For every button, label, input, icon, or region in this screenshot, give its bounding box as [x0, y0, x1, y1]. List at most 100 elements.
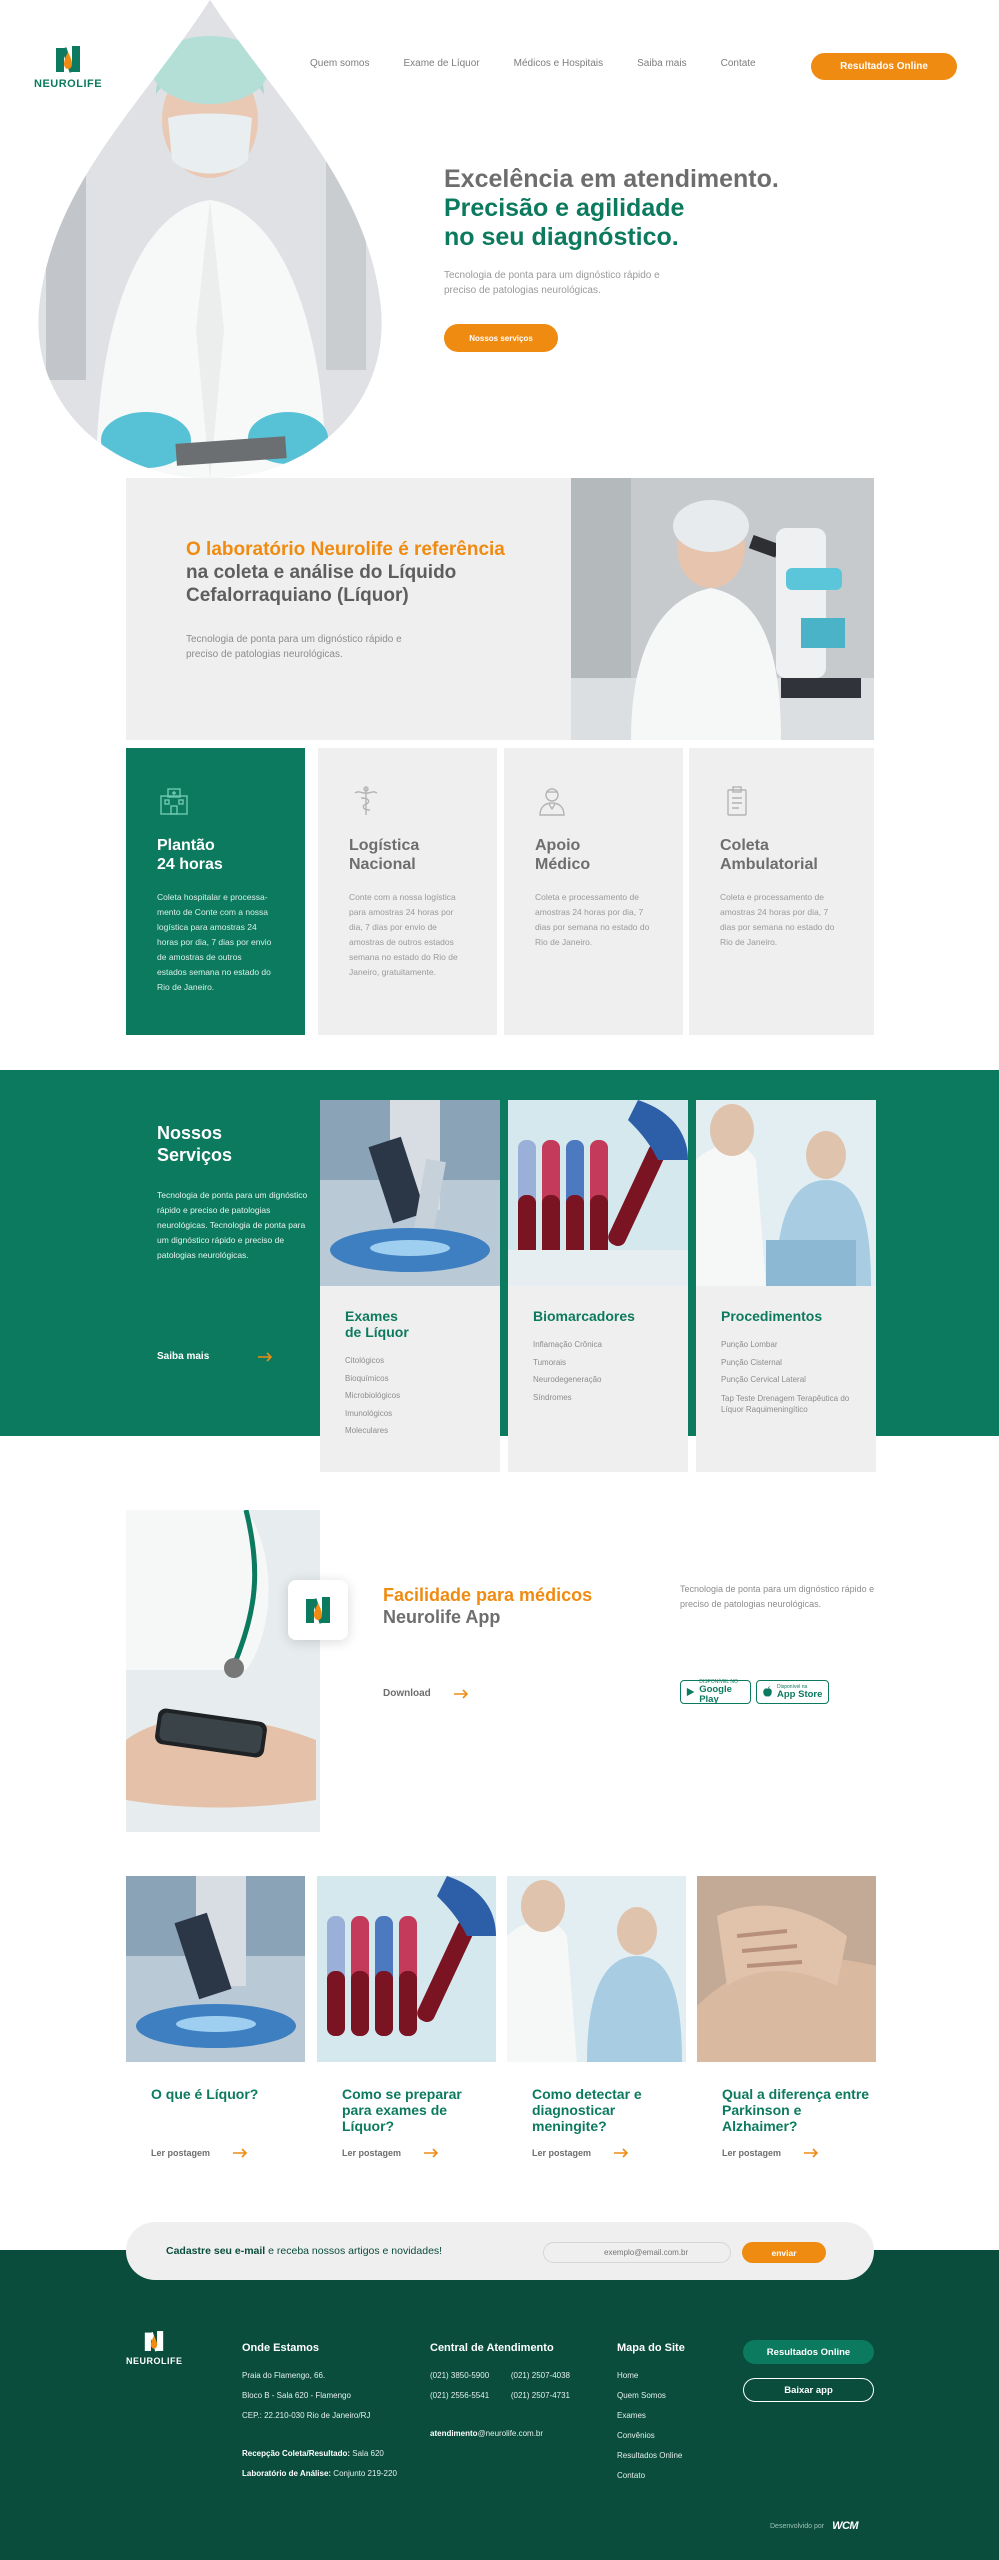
app-store-badge[interactable]: Disponível na App Store — [756, 1680, 829, 1704]
sitemap-home[interactable]: Home — [617, 2366, 682, 2386]
footer-phones: (021) 3850-5900 (021) 2507-4038 (021) 255… — [430, 2366, 570, 2444]
footer-download-app-button[interactable]: Baixar app — [743, 2378, 874, 2402]
hospital-icon — [157, 784, 191, 818]
feature-title: Logística Nacional — [349, 837, 420, 873]
service-item: Neurodegeneração — [533, 1375, 602, 1384]
app-title-line2: Neurolife App — [383, 1607, 501, 1627]
lab-scientist-microscope-image — [571, 478, 874, 740]
sitemap-quem-somos[interactable]: Quem Somos — [617, 2386, 682, 2406]
feature-card-plantao[interactable]: Plantão 24 horas Coleta hospitalar e proc… — [126, 748, 305, 1035]
arrow-right-icon — [804, 2148, 819, 2158]
service-item: Tumorais — [533, 1357, 567, 1367]
service-title: Procedimentos — [721, 1308, 823, 1324]
phone[interactable]: (021) 2507-4038 — [511, 2366, 570, 2386]
microscope-image — [320, 1100, 500, 1286]
reference-panel — [126, 478, 571, 740]
nav-quem-somos[interactable]: Quem somos — [310, 58, 369, 69]
service-card-biomarcadores[interactable]: Biomarcadores Inflamação Crônica Tumorai… — [508, 1100, 688, 1472]
services-more-link[interactable]: Saiba mais — [157, 1351, 273, 1362]
app-download-label: Download — [383, 1688, 431, 1699]
caduceus-icon — [349, 784, 383, 818]
service-item: Imunológicos — [345, 1408, 393, 1418]
service-item: Moleculares — [345, 1426, 389, 1435]
results-online-button[interactable]: Resultados Online — [811, 53, 957, 80]
service-item: Inflamação Crônica — [533, 1340, 602, 1349]
google-play-badge[interactable]: DISPONÍVEL NO Google Play — [680, 1679, 751, 1705]
feature-title: Plantão 24 horas — [157, 837, 223, 873]
arrow-right-icon — [614, 2148, 629, 2158]
service-item: Síndromes — [533, 1392, 572, 1402]
footer-sitemap-title: Mapa do Site — [617, 2342, 685, 2354]
service-title: Exames de Líquor — [345, 1308, 409, 1340]
read-post-link[interactable]: Ler postagem — [722, 2148, 819, 2158]
neurolife-logo-icon — [306, 1597, 330, 1624]
footer-logo[interactable]: NEUROLIFE — [126, 2328, 183, 2366]
blood-tubes-image — [508, 1100, 688, 1286]
google-play-icon — [686, 1687, 695, 1697]
service-item: Punção Cervical Lateral — [721, 1375, 806, 1384]
feature-title: Coleta Ambulatorial — [720, 837, 818, 873]
arrow-right-icon — [453, 1688, 468, 1699]
arrow-right-icon — [233, 2148, 248, 2158]
doctor-patient-image — [507, 1876, 686, 2062]
newsletter-text: Cadastre seu e-mail e receba nossos arti… — [166, 2245, 443, 2257]
sitemap-contato[interactable]: Contato — [617, 2466, 682, 2486]
blog-card-3[interactable]: Como detectar e diagnosticar meningite? … — [507, 1876, 686, 2158]
sitemap-convenios[interactable]: Convênios — [617, 2426, 682, 2446]
app-download-link[interactable]: Download — [383, 1688, 469, 1699]
footer-sitemap: Home Quem Somos Exames Convênios Resulta… — [617, 2366, 682, 2486]
nav-medicos-hospitais[interactable]: Médicos e Hospitais — [514, 58, 603, 69]
brand-logo[interactable]: NEUROLIFE — [34, 42, 102, 90]
footer-email[interactable]: atendimento@neurolife.com.br — [430, 2424, 570, 2444]
feature-text: Coleta e processamento de amostras 24 ho… — [535, 892, 650, 947]
phone[interactable]: (021) 2556-5541 — [430, 2386, 489, 2406]
developer-credit[interactable]: Desenvolvido por WCM — [770, 2520, 859, 2532]
main-nav: Quem somos Exame de Líquor Médicos e Hos… — [310, 58, 790, 69]
phone[interactable]: (021) 2507-4731 — [511, 2386, 570, 2406]
feature-title: Apoio Médico — [535, 837, 591, 873]
service-item: Citológicos — [345, 1356, 385, 1365]
blog-card-4[interactable]: Qual a diferença entre Parkinson e Alzha… — [697, 1876, 876, 2158]
footer-contact-title: Central de Atendimento — [430, 2342, 554, 2354]
feature-card-coleta[interactable]: Coleta Ambulatorial Coleta e processament… — [689, 748, 874, 1035]
newsletter-email-input[interactable] — [543, 2242, 731, 2263]
feature-card-apoio[interactable]: Apoio Médico Coleta e processamento de am… — [504, 748, 683, 1035]
nav-saiba-mais[interactable]: Saiba mais — [637, 58, 686, 69]
newsletter-send-button[interactable]: enviar — [742, 2242, 826, 2263]
doctor-icon — [535, 784, 569, 818]
read-post-link[interactable]: Ler postagem — [342, 2148, 439, 2158]
sitemap-resultados[interactable]: Resultados Online — [617, 2446, 682, 2466]
service-card-procedimentos[interactable]: Procedimentos Punção Lombar Punção Ciste… — [696, 1100, 876, 1472]
blog-card-1[interactable]: O que é Líquor? Ler postagem — [126, 1876, 305, 2158]
brand-name: NEUROLIFE — [34, 78, 103, 90]
read-post-link[interactable]: Ler postagem — [532, 2148, 629, 2158]
blog-card-2[interactable]: Como se preparar para exames de Líquor? … — [317, 1876, 496, 2158]
feature-text: Coleta hospitalar e processa-mento de Co… — [157, 892, 272, 992]
elderly-hands-image — [697, 1876, 876, 2062]
feature-card-logistica[interactable]: Logística Nacional Conte com a nossa logí… — [318, 748, 497, 1035]
arrow-right-icon — [424, 2148, 439, 2158]
service-card-exames[interactable]: Exames de Líquor Citológicos Bioquímicos … — [320, 1100, 500, 1472]
our-services-button[interactable]: Nossos serviços — [444, 324, 558, 352]
footer-results-online-button[interactable]: Resultados Online — [743, 2340, 874, 2364]
service-item: Tap Teste Drenagem Terapêutica do Líquor… — [721, 1393, 850, 1414]
phone[interactable]: (021) 3850-5900 — [430, 2366, 489, 2386]
reference-subtitle: Tecnologia de ponta para um dignóstico r… — [186, 634, 402, 660]
apple-icon — [763, 1686, 772, 1697]
services-more-label: Saiba mais — [157, 1351, 210, 1362]
service-title: Biomarcadores — [533, 1308, 635, 1324]
phone-hand-image — [126, 1510, 320, 1832]
sitemap-exames[interactable]: Exames — [617, 2406, 682, 2426]
nav-contate[interactable]: Contate — [721, 58, 756, 69]
app-logo — [288, 1580, 348, 1640]
app-title: Facilidade para médicos Neurolife App — [383, 1584, 592, 1628]
blog-title: O que é Líquor? — [151, 2086, 259, 2102]
reference-title: O laboratório Neurolife é referência na … — [186, 538, 546, 607]
nav-exame-liquor[interactable]: Exame de Líquor — [403, 58, 479, 69]
read-post-link[interactable]: Ler postagem — [151, 2148, 248, 2158]
hero-title-line3: no seu diagnóstico. — [444, 223, 679, 251]
developer-label: Desenvolvido por — [770, 2522, 825, 2530]
services-subtitle: Tecnologia de ponta para um dignóstico r… — [157, 1190, 308, 1260]
neurolife-logo-icon — [51, 42, 85, 76]
reference-title-rest: na coleta e análise do Líquido Cefalorra… — [186, 562, 457, 606]
